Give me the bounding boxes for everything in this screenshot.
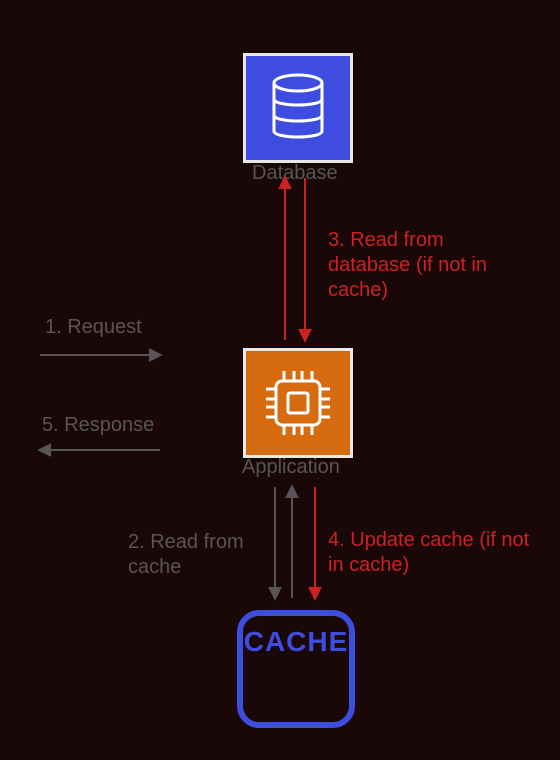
step-4-label: 4. Update cache (if not in cache) (328, 528, 538, 578)
step-3-label: 3. Read from database (if not in cache) (328, 228, 528, 303)
application-label: Application (242, 456, 340, 479)
database-icon (268, 73, 328, 143)
application-node (243, 348, 353, 458)
step-5-label: 5. Response (42, 414, 154, 437)
cache-node: CACHE (237, 610, 355, 728)
database-label: Database (252, 162, 338, 185)
diagram-canvas: Database Application CACHE 1. Re (0, 0, 560, 760)
step-2-label: 2. Read from cache (128, 530, 248, 580)
database-node (243, 53, 353, 163)
cache-label: CACHE (244, 626, 349, 658)
chip-icon (262, 367, 334, 439)
step-1-label: 1. Request (45, 316, 142, 339)
